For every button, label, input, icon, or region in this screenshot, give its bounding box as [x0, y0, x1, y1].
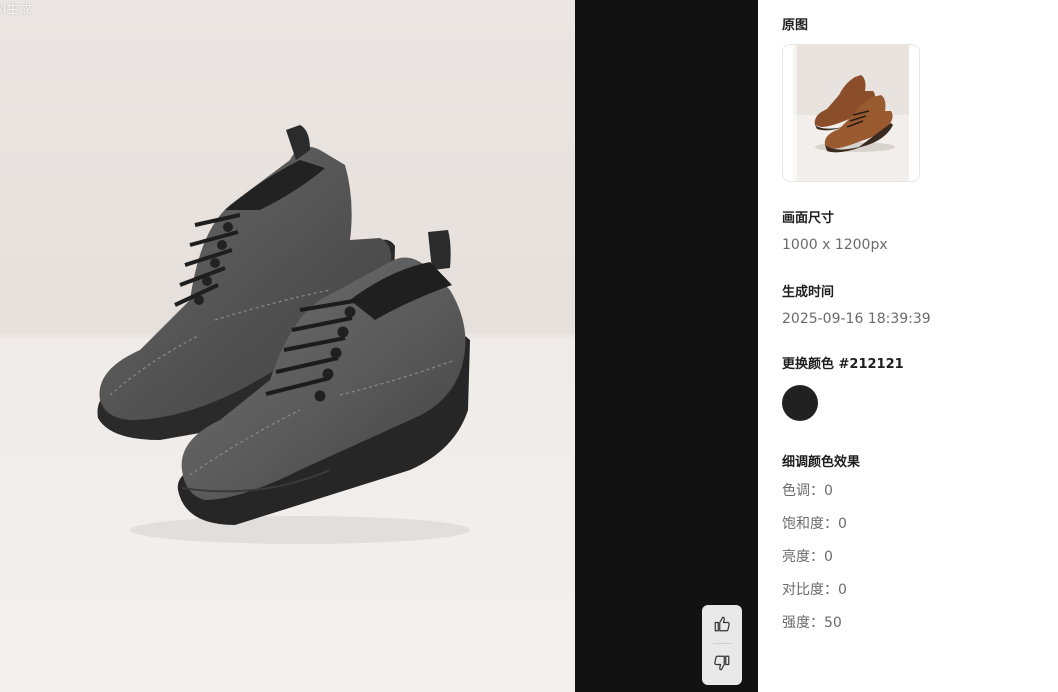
time-value: 2025-09-16 18:39:39 — [782, 311, 931, 327]
generated-image[interactable]: AI生成 — [0, 0, 575, 692]
saturation-value: 饱和度：0 — [782, 516, 847, 532]
color-label: 更换颜色 #212121 — [782, 357, 904, 372]
brightness-value: 亮度：0 — [782, 549, 833, 565]
like-button[interactable] — [702, 605, 742, 643]
hue-value: 色调：0 — [782, 483, 833, 499]
adjust-label: 细调颜色效果 — [782, 455, 861, 470]
feedback-bar — [702, 605, 742, 685]
image-viewer: AI生成 — [0, 0, 758, 692]
ai-watermark: AI生成 — [0, 2, 32, 16]
dislike-button[interactable] — [702, 644, 742, 682]
info-panel: 原图 画面尺寸 1000 x 1200px 生成时间 2025-09-16 18… — [758, 0, 1058, 692]
shoe-illustration — [0, 0, 575, 692]
original-thumbnail[interactable] — [782, 44, 920, 182]
brown-shoes-thumbnail — [793, 45, 909, 181]
strength-value: 强度：50 — [782, 615, 842, 631]
size-label: 画面尺寸 — [782, 211, 835, 226]
original-label: 原图 — [782, 18, 809, 33]
contrast-value: 对比度：0 — [782, 582, 847, 598]
time-label: 生成时间 — [782, 285, 835, 300]
color-swatch[interactable] — [782, 385, 818, 421]
size-value: 1000 x 1200px — [782, 237, 888, 253]
thumbs-up-icon — [714, 616, 730, 632]
thumbs-down-icon — [714, 655, 730, 671]
